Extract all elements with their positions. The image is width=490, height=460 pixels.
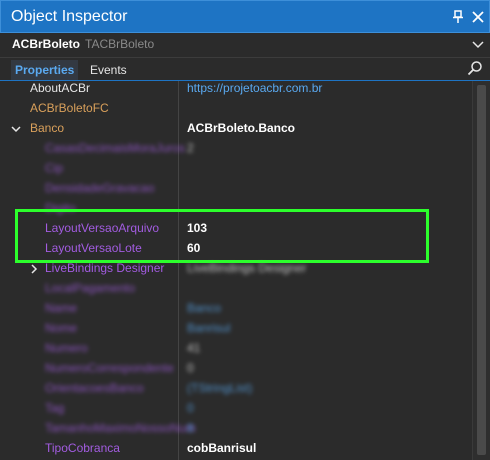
property-value[interactable]: ACBrBoleto.Banco bbox=[187, 121, 295, 135]
property-row[interactable]: Name Banco bbox=[0, 299, 472, 319]
property-name: Banco bbox=[30, 121, 65, 135]
chevron-down-icon[interactable] bbox=[472, 39, 484, 51]
property-value[interactable]: 0 bbox=[187, 361, 194, 375]
expand-chevron-icon[interactable] bbox=[28, 263, 40, 275]
property-row[interactable]: Nome Banrisul bbox=[0, 319, 472, 339]
property-value[interactable]: 2 bbox=[187, 141, 194, 155]
vertical-scrollbar[interactable] bbox=[472, 81, 490, 460]
property-value[interactable]: 41 bbox=[187, 341, 200, 355]
property-name: Cip bbox=[45, 161, 64, 175]
property-value[interactable]: LiveBindings Designer bbox=[187, 261, 306, 275]
property-row[interactable]: CasasDecimaisMoraJuros 2 bbox=[0, 139, 472, 159]
title-bar: Object Inspector bbox=[0, 0, 490, 33]
property-name: LiveBindings Designer bbox=[45, 261, 165, 275]
property-row[interactable]: NumeroCorrespondente 0 bbox=[0, 359, 472, 379]
property-name: DensidadeGravacao bbox=[45, 181, 155, 195]
property-row[interactable]: Cip bbox=[0, 159, 472, 179]
property-value[interactable]: https://projetoacbr.com.br bbox=[187, 81, 322, 95]
property-name: NumeroCorrespondente bbox=[45, 361, 174, 375]
property-name: CasasDecimaisMoraJuros bbox=[45, 141, 186, 155]
property-name: TipoCobranca bbox=[45, 441, 120, 455]
property-name: OrientacoesBanco bbox=[45, 381, 144, 395]
close-icon[interactable] bbox=[471, 9, 485, 25]
tab-properties[interactable]: Properties bbox=[11, 60, 79, 80]
component-selector[interactable]: ACBrBoleto TACBrBoleto bbox=[0, 33, 490, 58]
selected-object-name: ACBrBoleto bbox=[12, 37, 80, 51]
search-icon[interactable] bbox=[467, 60, 483, 76]
tab-events[interactable]: Events bbox=[86, 60, 131, 80]
scrollbar-thumb[interactable] bbox=[477, 85, 486, 455]
property-row[interactable]: Banco ACBrBoleto.Banco bbox=[0, 119, 472, 139]
selected-object-class: TACBrBoleto bbox=[85, 37, 155, 51]
property-row[interactable]: AboutACBr https://projetoacbr.com.br bbox=[0, 79, 472, 99]
property-name: LocalPagamento bbox=[45, 281, 136, 295]
property-name: TamanhoMaximoNossoNum bbox=[45, 421, 196, 435]
property-row[interactable]: LocalPagamento bbox=[0, 279, 472, 299]
property-name: Numero bbox=[45, 341, 88, 355]
highlight-box bbox=[15, 209, 429, 263]
property-value[interactable]: 8 bbox=[187, 421, 194, 435]
window-title: Object Inspector bbox=[11, 8, 128, 25]
collapse-chevron-icon[interactable] bbox=[10, 123, 22, 135]
property-name: Nome bbox=[45, 321, 78, 335]
property-row[interactable]: TipoCobranca cobBanrisul bbox=[0, 439, 472, 459]
property-value[interactable]: 0 bbox=[187, 401, 194, 415]
property-name: ACBrBoletoFC bbox=[30, 101, 109, 115]
pin-icon[interactable] bbox=[451, 9, 465, 25]
property-name: Tag bbox=[45, 401, 65, 415]
property-row[interactable]: ACBrBoletoFC bbox=[0, 99, 472, 119]
property-row[interactable]: DensidadeGravacao bbox=[0, 179, 472, 199]
property-value[interactable]: Banrisul bbox=[187, 321, 230, 335]
property-row[interactable]: TamanhoMaximoNossoNum 8 bbox=[0, 419, 472, 439]
property-row[interactable]: OrientacoesBanco (TStringList) bbox=[0, 379, 472, 399]
property-row[interactable]: Tag 0 bbox=[0, 399, 472, 419]
property-value[interactable]: cobBanrisul bbox=[187, 441, 256, 455]
property-row[interactable]: Numero 41 bbox=[0, 339, 472, 359]
property-grid: AboutACBr https://projetoacbr.com.br ACB… bbox=[0, 81, 472, 460]
property-value[interactable]: (TStringList) bbox=[187, 381, 252, 395]
property-name: Name bbox=[45, 301, 78, 315]
property-name: AboutACBr bbox=[30, 81, 91, 95]
property-value[interactable]: Banco bbox=[187, 301, 221, 315]
